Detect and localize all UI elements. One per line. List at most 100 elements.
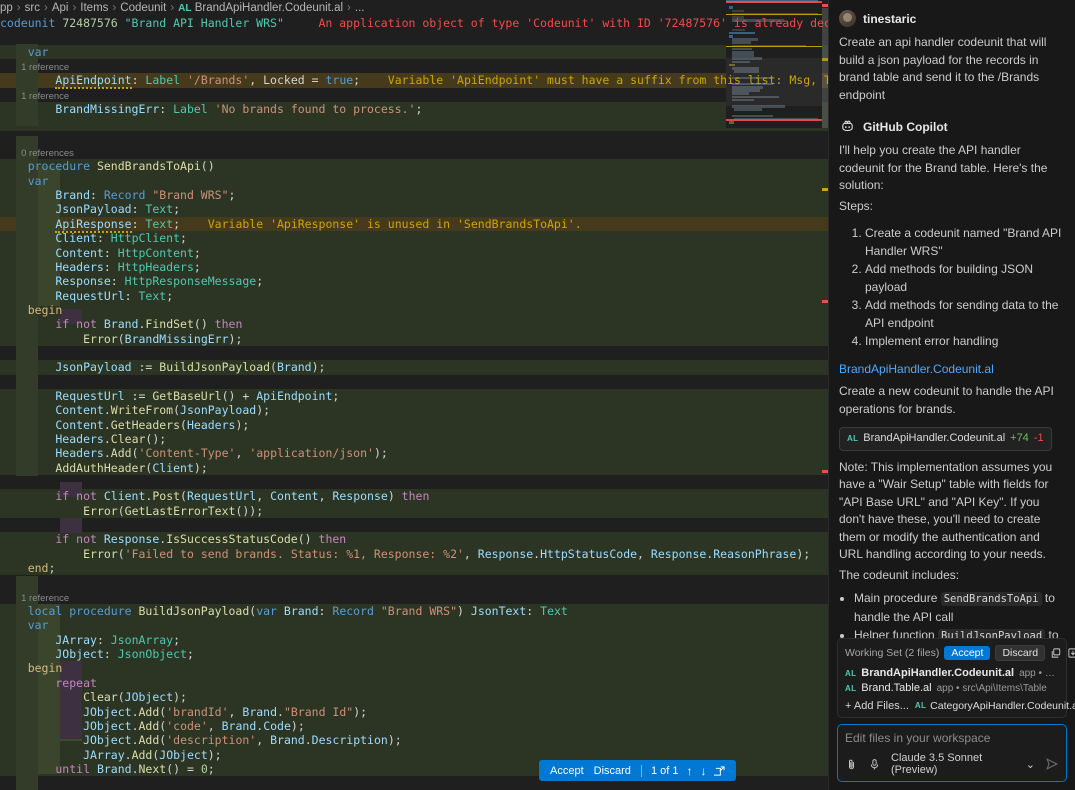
file-chip-deletions: -1 <box>1033 432 1044 444</box>
code-line[interactable]: repeat <box>0 675 828 691</box>
code-line[interactable]: JObject.Add('code', Brand.Code); <box>0 718 828 734</box>
add-files-button[interactable]: + Add Files... <box>845 700 909 712</box>
model-picker[interactable]: Claude 3.5 Sonnet (Preview) ⌄ <box>891 752 1035 776</box>
chat-input-box[interactable]: Edit files in your workspace Claude 3.5 … <box>837 724 1067 782</box>
code-line[interactable]: Error(GetLastErrorText()); <box>0 503 828 519</box>
code-line[interactable]: Response: HttpResponseMessage; <box>0 274 828 289</box>
code-line[interactable]: AddAuthHeader(Client); <box>0 460 828 475</box>
code-editor[interactable]: codeunit 72487576 "Brand API Handler WRS… <box>0 16 828 790</box>
code-line[interactable]: 0 references <box>0 145 828 159</box>
code-line[interactable]: JObject.Add('brandId', Brand."Brand Id")… <box>0 704 828 719</box>
code-token: Brand <box>103 317 139 332</box>
send-icon[interactable] <box>1045 757 1059 771</box>
code-line[interactable]: RequestUrl := GetBaseUrl() + ApiEndpoint… <box>0 388 828 404</box>
code-line[interactable]: Error(BrandMissingErr); <box>0 331 828 346</box>
working-set-accept-button[interactable]: Accept <box>944 646 991 660</box>
diff-prev-arrow-up-icon[interactable]: ↑ <box>682 764 696 778</box>
breadcrumb-more[interactable]: ... <box>355 2 365 14</box>
code-line[interactable]: local procedure BuildJsonPayload(var Bra… <box>0 604 828 619</box>
code-token: : <box>103 647 118 662</box>
breadcrumb-item[interactable]: src <box>25 2 40 14</box>
code-token: begin <box>0 302 63 317</box>
working-set-file-row[interactable]: AL BrandApiHandler.Codeunit.al app • src\.… <box>845 665 1059 680</box>
code-line[interactable] <box>0 475 828 489</box>
code-line[interactable]: RequestUrl: Text; <box>0 288 828 303</box>
microphone-icon[interactable] <box>868 758 881 771</box>
code-token: ( <box>173 403 181 418</box>
code-token: procedure <box>0 159 97 174</box>
code-line[interactable]: begin <box>0 302 828 318</box>
code-line[interactable]: 1 reference <box>0 59 828 73</box>
diff-accept-button[interactable]: Accept <box>545 765 589 777</box>
paperclip-icon[interactable] <box>845 758 858 771</box>
code-token: Brand <box>242 704 278 719</box>
chevron-down-icon: ⌄ <box>1025 758 1035 771</box>
code-line[interactable] <box>0 575 828 589</box>
code-line[interactable]: Error('Failed to send brands. Status: %1… <box>0 546 828 562</box>
working-set-discard-button[interactable]: Discard <box>995 645 1046 661</box>
breadcrumb[interactable]: pp › src › Api › Items › Codeunit › AL BrandApiHan… <box>0 0 828 16</box>
code-line[interactable]: Client: HttpClient; <box>0 231 828 246</box>
code-line[interactable] <box>0 346 828 360</box>
breadcrumb-item[interactable]: pp <box>0 2 13 14</box>
code-token: Add <box>138 704 160 719</box>
code-line[interactable] <box>0 131 828 145</box>
save-files-icon[interactable] <box>1067 647 1075 659</box>
code-line[interactable] <box>0 375 828 389</box>
code-token: Code <box>263 718 291 733</box>
breadcrumb-item[interactable]: Codeunit <box>120 2 166 14</box>
diff-separator <box>640 764 642 777</box>
code-line[interactable]: ApiEndpoint: Label '/Brands', Locked = t… <box>0 73 828 90</box>
code-line[interactable]: JObject.Add('description', Brand.Descrip… <box>0 733 828 748</box>
code-line[interactable]: begin <box>0 661 828 676</box>
code-line[interactable] <box>0 116 828 131</box>
code-line[interactable] <box>0 518 828 532</box>
breadcrumb-item[interactable]: Items <box>80 2 108 14</box>
code-line[interactable]: JObject: JsonObject; <box>0 647 828 662</box>
code-line[interactable]: ApiResponse: Text; Variable 'ApiResponse… <box>0 216 828 233</box>
copy-files-icon[interactable] <box>1050 647 1062 659</box>
diff-next-arrow-down-icon[interactable]: ↓ <box>696 764 710 778</box>
assistant-file-chip[interactable]: AL BrandApiHandler.Codeunit.al +74 -1 <box>839 427 1052 451</box>
code-line[interactable]: if not Client.Post(RequestUrl, Content, … <box>0 489 828 504</box>
code-line[interactable]: Content.GetHeaders(Headers); <box>0 417 828 432</box>
code-token: until <box>0 761 97 776</box>
pending-file-pill[interactable]: AL CategoryApiHandler.Codeunit.al <box>915 700 1075 712</box>
code-line[interactable]: JsonPayload: Text; <box>0 202 828 217</box>
code-token: Content <box>0 403 104 418</box>
code-token: HttpStatusCode <box>540 546 638 561</box>
diff-discard-button[interactable]: Discard <box>589 765 636 777</box>
code-line[interactable]: codeunit 72487576 "Brand API Handler WRS… <box>0 16 828 30</box>
code-line[interactable]: var <box>0 173 828 189</box>
code-line[interactable]: end; <box>0 561 828 576</box>
code-line[interactable] <box>0 30 828 44</box>
code-line[interactable]: Clear(JObject); <box>0 690 828 705</box>
code-line[interactable]: Headers.Clear(); <box>0 431 828 447</box>
code-line[interactable]: if not Brand.FindSet() then <box>0 317 828 332</box>
code-line[interactable]: 1 reference <box>0 590 828 604</box>
code-token: ; <box>180 231 187 246</box>
breadcrumb-item[interactable]: Api <box>52 2 69 14</box>
code-line[interactable]: Headers.Add('Content-Type', 'application… <box>0 446 828 461</box>
code-line[interactable]: BrandMissingErr: Label 'No brands found … <box>0 102 828 117</box>
code-line[interactable]: procedure SendBrandsToApi() <box>0 159 828 174</box>
code-line[interactable]: JsonPayload := BuildJsonPayload(Brand); <box>0 360 828 375</box>
working-set-file-row[interactable]: AL Brand.Table.al app • src\Api\Items\Tabl… <box>845 680 1059 695</box>
code-token: Description <box>311 733 388 748</box>
code-line[interactable]: if not Response.IsSuccessStatusCode() th… <box>0 532 828 547</box>
code-line[interactable]: var <box>0 44 828 60</box>
assistant-file-link[interactable]: BrandApiHandler.Codeunit.al <box>839 361 1065 379</box>
code-line[interactable]: Content.WriteFrom(JsonPayload); <box>0 403 828 418</box>
code-token: Add <box>138 718 160 733</box>
chat-scroll-region[interactable]: tinestaric Create an api handler codeuni… <box>829 0 1075 654</box>
code-line[interactable]: Headers: HttpHeaders; <box>0 259 828 275</box>
code-line[interactable]: var <box>0 618 828 633</box>
code-token: () <box>193 317 215 332</box>
open-diff-editor-icon[interactable] <box>710 765 730 777</box>
code-line[interactable]: Content: HttpContent; <box>0 245 828 260</box>
code-line[interactable]: 1 reference <box>0 88 828 102</box>
code-line[interactable]: JArray: JsonArray; <box>0 632 828 648</box>
breadcrumb-file[interactable]: BrandApiHandler.Codeunit.al <box>195 2 343 14</box>
al-badge-icon: AL <box>914 701 927 710</box>
code-line[interactable]: Brand: Record "Brand WRS"; <box>0 188 828 203</box>
